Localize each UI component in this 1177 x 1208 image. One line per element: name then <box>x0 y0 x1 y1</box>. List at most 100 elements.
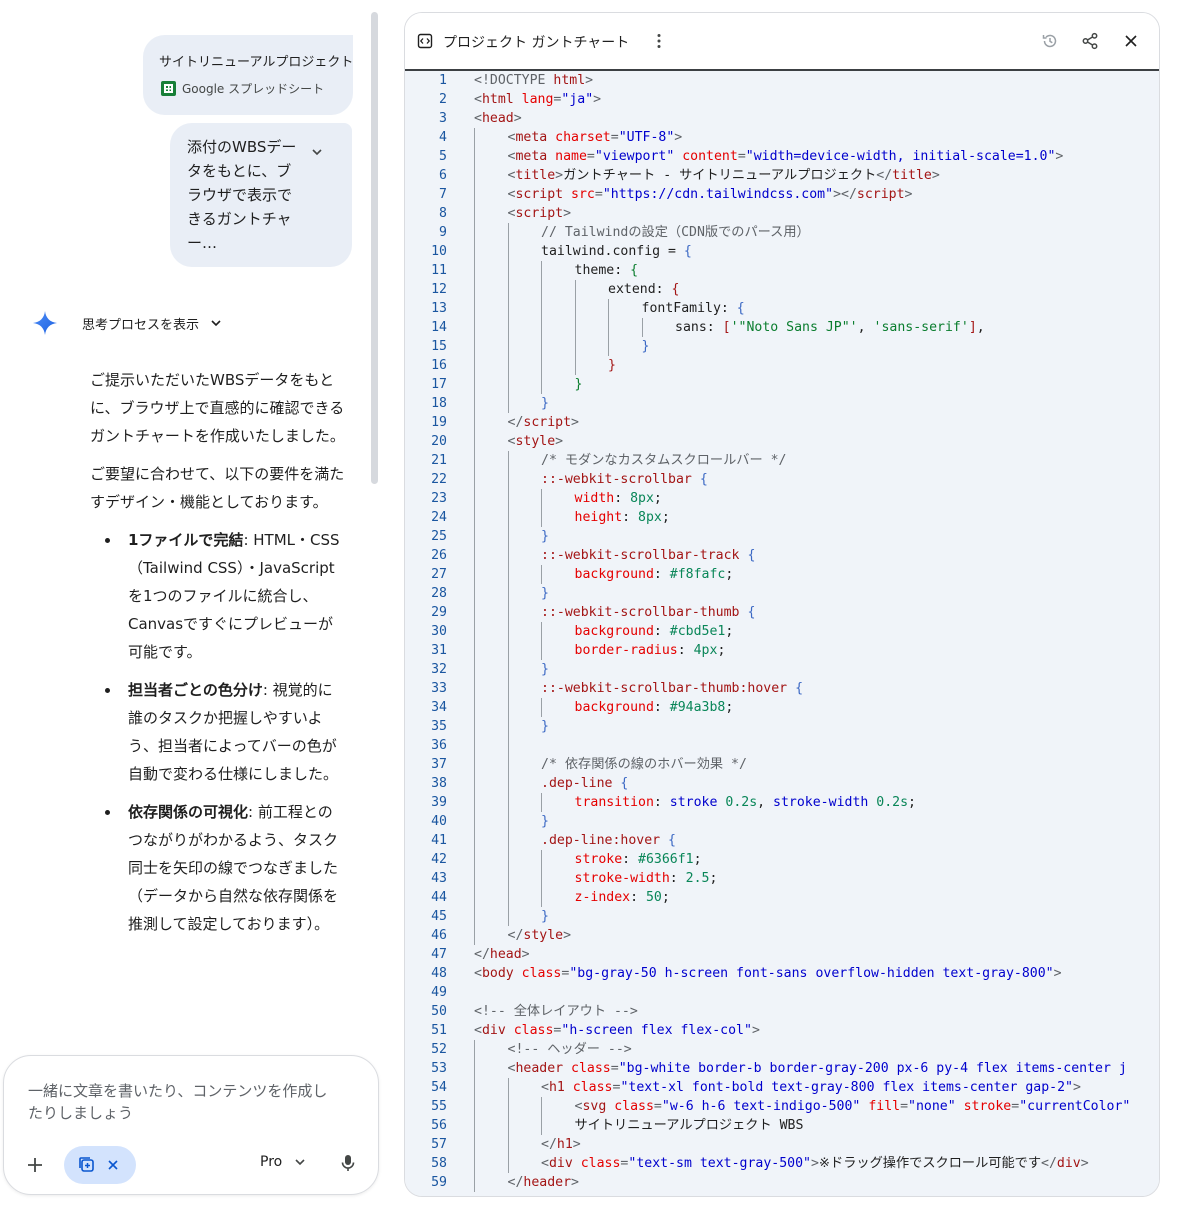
attachment-bubble[interactable]: サイトリニューアルプロジェクト Google スプレッドシート <box>143 35 353 115</box>
line-number: 38 <box>431 776 447 791</box>
app-root: サイトリニューアルプロジェクト Google スプレッドシート 添付のWBSデー… <box>0 0 1177 1208</box>
chevron-down-icon[interactable] <box>310 145 324 159</box>
code-token: < <box>541 1156 549 1171</box>
indent-guide <box>474 641 475 660</box>
code-token: : <box>653 795 670 810</box>
line-number: 43 <box>431 871 447 886</box>
show-thinking-toggle[interactable]: 思考プロセスを表示 <box>32 310 223 336</box>
line-number: 34 <box>431 700 447 715</box>
code-token: } <box>574 377 583 392</box>
code-token: } <box>641 339 650 354</box>
code-token: } <box>541 396 549 411</box>
line-number: 18 <box>431 396 447 411</box>
indent-guide <box>507 546 509 565</box>
code-token: ; <box>908 795 916 810</box>
prompt-input-box[interactable]: 一緒に文章を書いたり、コンテンツを作成したりしましょう Pro <box>3 1055 379 1195</box>
code-text: <script> <box>508 204 572 223</box>
line-number: 28 <box>431 586 447 601</box>
bullet-title: 依存関係の可視化 <box>128 803 249 821</box>
bullet-title: 担当者ごとの色分け <box>128 681 263 699</box>
code-token: : <box>677 643 694 658</box>
close-icon[interactable] <box>105 1157 121 1173</box>
code-line: 14 sans: ['"Noto Sans JP"', 'sans-serif']… <box>405 318 1159 337</box>
code-token: header <box>523 1175 572 1190</box>
canvas-header: プロジェクト ガントチャート <box>405 13 1159 69</box>
add-icon[interactable] <box>24 1154 46 1176</box>
code-token: "bg-white border-b border-gray-200 px-6 … <box>618 1061 1127 1076</box>
code-token: ; <box>661 510 670 525</box>
code-token: head <box>489 947 522 962</box>
list-item: 1ファイルで完結: HTML・CSS（Tailwind CSS）・JavaScr… <box>90 526 346 666</box>
code-text: <!-- 全体レイアウト --> <box>474 1002 638 1021</box>
code-token: "bg-gray-50 h-screen font-sans overflow-… <box>569 966 1054 981</box>
code-line: 43 stroke-width: 2.5; <box>405 869 1159 888</box>
chat-scroll-area[interactable]: サイトリニューアルプロジェクト Google スプレッドシート 添付のWBSデー… <box>0 0 368 1050</box>
response-paragraph: ご提示いただいたWBSデータをもとに、ブラウザ上で直感的に確認できるガントチャー… <box>90 371 345 445</box>
indent-guide <box>507 736 509 755</box>
prompt-input-placeholder[interactable]: 一緒に文章を書いたり、コンテンツを作成したりしましょう <box>28 1080 328 1124</box>
code-line: 17} <box>405 375 1159 394</box>
code-text: ::-webkit-scrollbar { <box>541 470 708 489</box>
line-number: 24 <box>431 510 447 525</box>
code-text: <head> <box>474 109 522 128</box>
code-line: 11 theme: { <box>405 261 1159 280</box>
canvas-tool-chip[interactable] <box>64 1146 136 1184</box>
indent-guide <box>608 299 609 318</box>
code-line: 36 <box>405 736 1159 755</box>
code-line: 59 </header> <box>405 1173 1159 1192</box>
code-text: <div class="h-screen flex flex-col"> <box>474 1021 760 1040</box>
attachment-type-label: Google スプレッドシート <box>182 82 325 96</box>
code-token: > <box>593 92 602 107</box>
code-text: theme: { <box>575 261 639 280</box>
share-icon[interactable] <box>1081 32 1099 50</box>
code-token: </ <box>1041 1156 1057 1171</box>
indent-guide <box>507 812 509 831</box>
code-token: 2.5 <box>685 871 710 886</box>
code-token: fontFamily: <box>641 301 737 316</box>
indent-guide <box>541 565 542 584</box>
code-text: <header class="bg-white border-b border-… <box>508 1059 1127 1078</box>
bullet-title: 1ファイルで完結 <box>128 531 244 549</box>
chat-scrollbar[interactable] <box>371 12 378 484</box>
code-text: </h1> <box>541 1135 581 1154</box>
microphone-icon[interactable] <box>338 1152 358 1174</box>
indent-guide <box>507 888 509 907</box>
more-vert-icon[interactable] <box>651 32 667 50</box>
line-number: 4 <box>439 130 447 145</box>
code-token: "https://cdn.tailwindcss.com" <box>602 187 834 202</box>
indent-guide <box>474 698 475 717</box>
code-token: = <box>900 1099 909 1114</box>
indent-guide <box>507 318 509 337</box>
code-text: <meta charset="UTF-8"> <box>508 128 683 147</box>
history-icon[interactable] <box>1041 32 1059 50</box>
line-number: 29 <box>431 605 447 620</box>
code-token: div <box>548 1156 573 1171</box>
code-editor[interactable]: 1 <!DOCTYPE html> 2 <html lang="ja"> 3 <head>… <box>405 69 1159 1196</box>
code-token: > <box>571 1175 579 1190</box>
indent-guide <box>541 1097 542 1116</box>
close-icon[interactable] <box>1123 33 1139 49</box>
code-line: 46 </style> <box>405 926 1159 945</box>
code-text: sans: ['"Noto Sans JP"', 'sans-serif'], <box>675 318 985 337</box>
code-text: <script src="https://cdn.tailwindcss.com… <box>508 185 913 204</box>
code-token: sans: <box>675 320 723 335</box>
response-bullet-list: 1ファイルで完結: HTML・CSS（Tailwind CSS）・JavaScr… <box>90 526 346 938</box>
code-line: 39 transition: stroke 0.2s, stroke-width … <box>405 793 1159 812</box>
line-number: 45 <box>431 909 447 924</box>
code-token: 'sans-serif' <box>873 320 969 335</box>
code-line: 33::-webkit-scrollbar-thumb:hover { <box>405 679 1159 698</box>
code-token: "ja" <box>561 92 594 107</box>
code-text: } <box>541 907 549 926</box>
code-token: script <box>515 206 564 221</box>
code-token: > <box>521 947 530 962</box>
line-number: 8 <box>439 206 447 221</box>
indent-guide <box>541 641 542 660</box>
indent-guide <box>507 622 509 641</box>
code-line: 12 extend: { <box>405 280 1159 299</box>
code-text: /* 依存関係の線のホバー効果 */ <box>541 755 747 774</box>
code-token: } <box>541 662 549 677</box>
model-selector[interactable]: Pro <box>260 1154 306 1170</box>
code-text: border-radius: 4px; <box>575 641 726 660</box>
code-text: </style> <box>508 926 572 945</box>
